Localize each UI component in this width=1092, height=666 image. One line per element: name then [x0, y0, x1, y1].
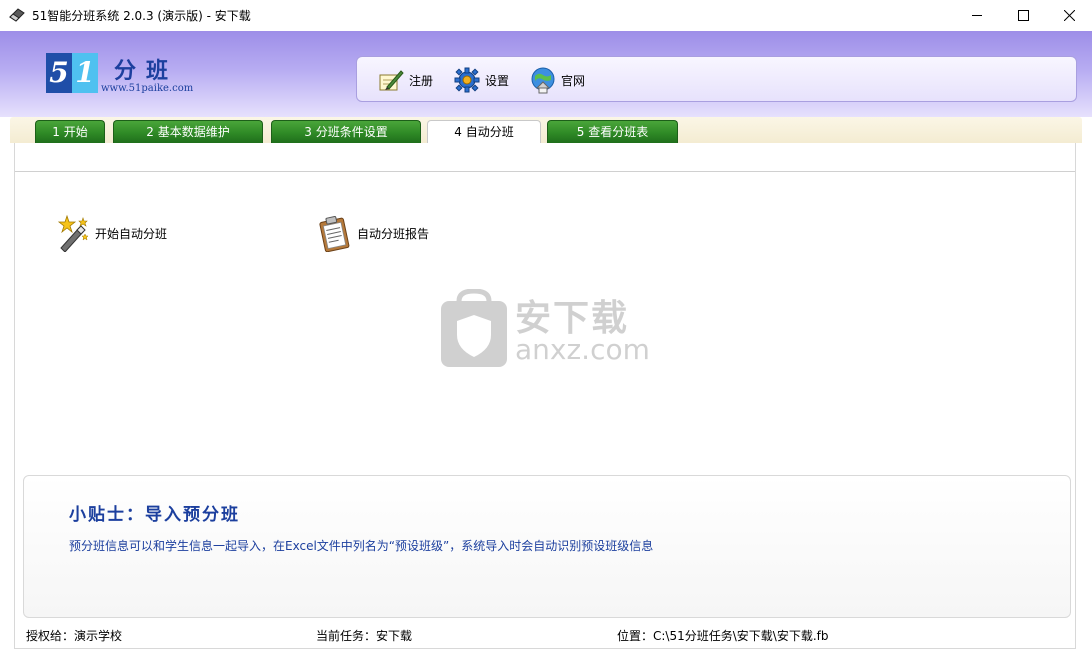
maximize-button[interactable] [1000, 0, 1046, 31]
logo-url: www.51paike.com [101, 83, 194, 94]
app-logo: 5 1 分班 www.51paike.com [46, 53, 196, 99]
logo-name: 分班 [114, 58, 179, 84]
tab-conditions[interactable]: 3 分班条件设置 [271, 120, 421, 143]
start-auto-assign-button[interactable]: 开始自动分班 [53, 213, 167, 253]
tips-title: 小贴士：导入预分班 [69, 505, 240, 525]
magic-wand-stars-icon [57, 214, 89, 252]
toolbar-panel: 注册 设置 官网 [356, 56, 1077, 102]
register-button[interactable]: 注册 [377, 65, 433, 95]
shield-bag-icon [441, 289, 507, 367]
clipboard-report-icon [319, 215, 350, 252]
status-location: 位置：C:\51分班任务\安下载\安下载.fb [617, 629, 829, 643]
pencil-eraser-icon [9, 8, 25, 22]
status-current-task: 当前任务：安下载 [316, 629, 413, 643]
status-license: 授权给：演示学校 [26, 629, 123, 643]
header-banner: 5 1 分班 www.51paike.com 注册 设置 官网 [0, 31, 1092, 117]
minimize-icon [972, 15, 982, 16]
tab-view-classes[interactable]: 5 查看分班表 [547, 120, 678, 143]
main-tab-strip: 1 开始 2 基本数据维护 3 分班条件设置 4 自动分班 5 查看分班表 [10, 117, 1082, 143]
content-area: 开始自动分班 自动分班报告 安下载 anxz.com 小贴士：导入预分班 预分班… [14, 143, 1076, 621]
app-window: 51智能分班系统 2.0.3 (演示版) - 安下载 5 1 分班 www.51… [0, 0, 1092, 666]
maximize-icon [1018, 10, 1029, 21]
logo-digit-one: 1 [72, 53, 98, 93]
tips-panel: 小贴士：导入预分班 预分班信息可以和学生信息一起导入，在Excel文件中列名为“… [23, 475, 1071, 618]
gear-icon [454, 67, 480, 93]
tab-auto-assign[interactable]: 4 自动分班 [427, 120, 541, 143]
minimize-button[interactable] [954, 0, 1000, 31]
tab-basic-data[interactable]: 2 基本数据维护 [113, 120, 263, 143]
settings-button[interactable]: 设置 [453, 65, 509, 95]
auto-assign-report-button[interactable]: 自动分班报告 [315, 213, 429, 253]
start-auto-assign-label: 开始自动分班 [95, 226, 168, 241]
website-label: 官网 [561, 73, 586, 88]
tips-body: 预分班信息可以和学生信息一起导入，在Excel文件中列名为“预设班级”，系统导入… [69, 539, 654, 553]
status-bar: 授权给：演示学校 当前任务：安下载 位置：C:\51分班任务\安下载\安下载.f… [14, 621, 1076, 649]
auto-assign-report-label: 自动分班报告 [357, 226, 430, 241]
watermark-url: anxz.com [515, 333, 650, 366]
globe-home-icon [531, 67, 555, 94]
window-title: 51智能分班系统 2.0.3 (演示版) - 安下载 [32, 9, 251, 23]
register-pen-icon [379, 70, 404, 91]
website-button[interactable]: 官网 [529, 65, 585, 95]
divider [15, 171, 1075, 172]
register-label: 注册 [409, 73, 434, 88]
close-icon [1064, 10, 1075, 21]
watermark: 安下载 anxz.com [439, 289, 659, 371]
logo-digit-five: 5 [46, 53, 72, 93]
title-bar[interactable]: 51智能分班系统 2.0.3 (演示版) - 安下载 [0, 0, 1092, 31]
settings-label: 设置 [485, 73, 510, 88]
close-button[interactable] [1046, 0, 1092, 31]
tab-start[interactable]: 1 开始 [35, 120, 105, 143]
